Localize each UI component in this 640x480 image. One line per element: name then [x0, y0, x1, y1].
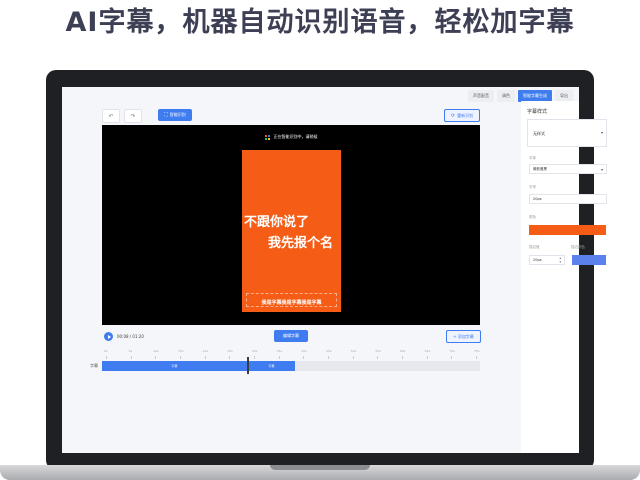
stroke-value: 20px — [533, 258, 542, 262]
video-frame: 不跟你说了 我先报个名 我是字幕我是字幕我是字幕 — [242, 150, 341, 312]
subtitle-text: 我是字幕我是字幕我是字幕 — [261, 300, 322, 306]
add-caption-button[interactable]: + 添加字幕 — [446, 330, 481, 343]
re-recognize-button[interactable]: ⟳ 重新识别 — [444, 109, 480, 122]
ruler-tick — [303, 356, 305, 359]
loading-icon — [264, 134, 270, 140]
size-value: 20px — [533, 197, 542, 201]
ruler-tick-label: 25s — [227, 349, 233, 353]
ruler-tick — [426, 356, 428, 359]
font-value: 微软雅黑 — [533, 167, 547, 171]
headline: AI字幕，机器自动识别语音，轻松加字幕 — [65, 7, 575, 38]
style-select[interactable]: 无样式 ▾ — [527, 119, 607, 147]
ruler-tick-label: 35s — [276, 349, 283, 353]
style-panel: 字幕样式 — [521, 101, 579, 453]
subtitle-track[interactable]: 字幕 字幕 — [102, 361, 480, 371]
edit-caption-button[interactable]: 编辑字幕 — [274, 330, 308, 342]
re-recognize-label: 重新识别 — [457, 112, 474, 118]
ruler-tick-label: 70s — [449, 349, 455, 353]
ruler-tick — [204, 356, 206, 359]
color-label: 颜色 — [529, 215, 536, 219]
ruler-tick — [278, 356, 280, 359]
ruler-tick — [130, 356, 132, 359]
font-select[interactable]: 微软雅黑 ▾ — [529, 164, 607, 174]
stroke-label: 描边值 — [529, 245, 540, 249]
caption-line-1: 不跟你说了 — [244, 215, 310, 230]
ruler-tick-label: 75s — [474, 349, 480, 353]
ruler-tick — [402, 356, 403, 359]
text-color-swatch[interactable] — [529, 225, 606, 235]
smart-recognize-label: 智能识别 — [169, 112, 186, 117]
ruler-tick — [106, 356, 107, 359]
playback-time: 00:08 / 01:20 — [117, 334, 144, 339]
ruler-tick — [451, 356, 453, 359]
stroke-color-swatch[interactable] — [572, 255, 606, 265]
ruler-tick-label: 55s — [375, 349, 381, 353]
stepper-arrows-icon: ▴ ▾ — [559, 256, 561, 264]
ruler-tick — [377, 356, 379, 359]
subtitle-segment[interactable]: 字幕 — [248, 361, 295, 371]
ruler-tick — [352, 356, 354, 359]
scan-icon: ⛶ — [164, 112, 168, 118]
style-value: 无样式 — [533, 131, 545, 136]
ruler-tick — [328, 356, 329, 359]
timeline-ruler: 0s 5s 10s 15s 20s 25s 30s 35s 40s 45s 50s 55s 60s 65s… — [102, 347, 480, 359]
undo-button[interactable]: ↶ — [102, 109, 120, 123]
track-label: 字幕 — [90, 363, 98, 368]
ruler-tick — [155, 356, 157, 359]
ruler-tick-label: 40s — [301, 349, 307, 353]
font-label: 字体 — [529, 156, 536, 160]
recognizing-status: 正在智能识别中，请稍候 — [102, 134, 480, 140]
ruler-tick — [254, 356, 255, 359]
smart-recognize-button[interactable]: ⛶ 智能识别 — [158, 109, 192, 121]
play-button[interactable] — [104, 332, 113, 341]
ruler-tick-label: 0s — [104, 349, 108, 353]
ruler-tick-label: 50s — [350, 349, 357, 353]
stroke-stepper[interactable]: 20px ▴ ▾ — [529, 255, 565, 265]
stroke-color-label: 描边颜色 — [571, 245, 585, 249]
video-preview[interactable]: 正在智能识别中，请稍候 不跟你说了 我先报个名 我是字幕我是字幕我是字幕 — [102, 125, 480, 325]
ruler-tick-label: 60s — [400, 349, 406, 353]
ruler-tick — [229, 356, 231, 359]
ruler-tick — [476, 356, 477, 359]
redo-button[interactable]: ↷ — [124, 109, 142, 123]
play-icon — [107, 334, 111, 339]
laptop-notch — [270, 465, 370, 470]
chevron-down-icon: ▾ — [600, 167, 603, 172]
ruler-tick-label: 5s — [128, 349, 133, 353]
playhead[interactable] — [247, 357, 249, 374]
ruler-tick-label: 30s — [252, 349, 258, 353]
caption-line-2: 我先报个名 — [268, 236, 334, 251]
ruler-tick-label: 10s — [153, 349, 159, 353]
app-screen: 声音配音 调色 智能字幕生成 导出 ↶ ↷ ⛶ 智能识别 ⟳ 重新识别 正在智能… — [62, 87, 579, 453]
tab-voice[interactable]: 声音配音 — [468, 90, 494, 102]
recognizing-text: 正在智能识别中，请稍候 — [273, 134, 318, 139]
panel-title: 字幕样式 — [527, 109, 548, 115]
subtitle-segment[interactable]: 字幕 — [102, 361, 247, 371]
size-label: 字号 — [529, 185, 536, 189]
chevron-down-icon: ▾ — [600, 130, 603, 135]
tab-color[interactable]: 调色 — [497, 90, 515, 102]
ruler-tick-label: 20s — [202, 349, 209, 353]
refresh-icon: ⟳ — [450, 112, 456, 119]
ruler-tick-label: 65s — [424, 349, 431, 353]
size-field[interactable]: 20px — [529, 194, 607, 204]
ruler-tick-label: 15s — [178, 349, 184, 353]
ruler-tick-label: 45s — [326, 349, 332, 353]
ruler-tick — [180, 356, 181, 359]
